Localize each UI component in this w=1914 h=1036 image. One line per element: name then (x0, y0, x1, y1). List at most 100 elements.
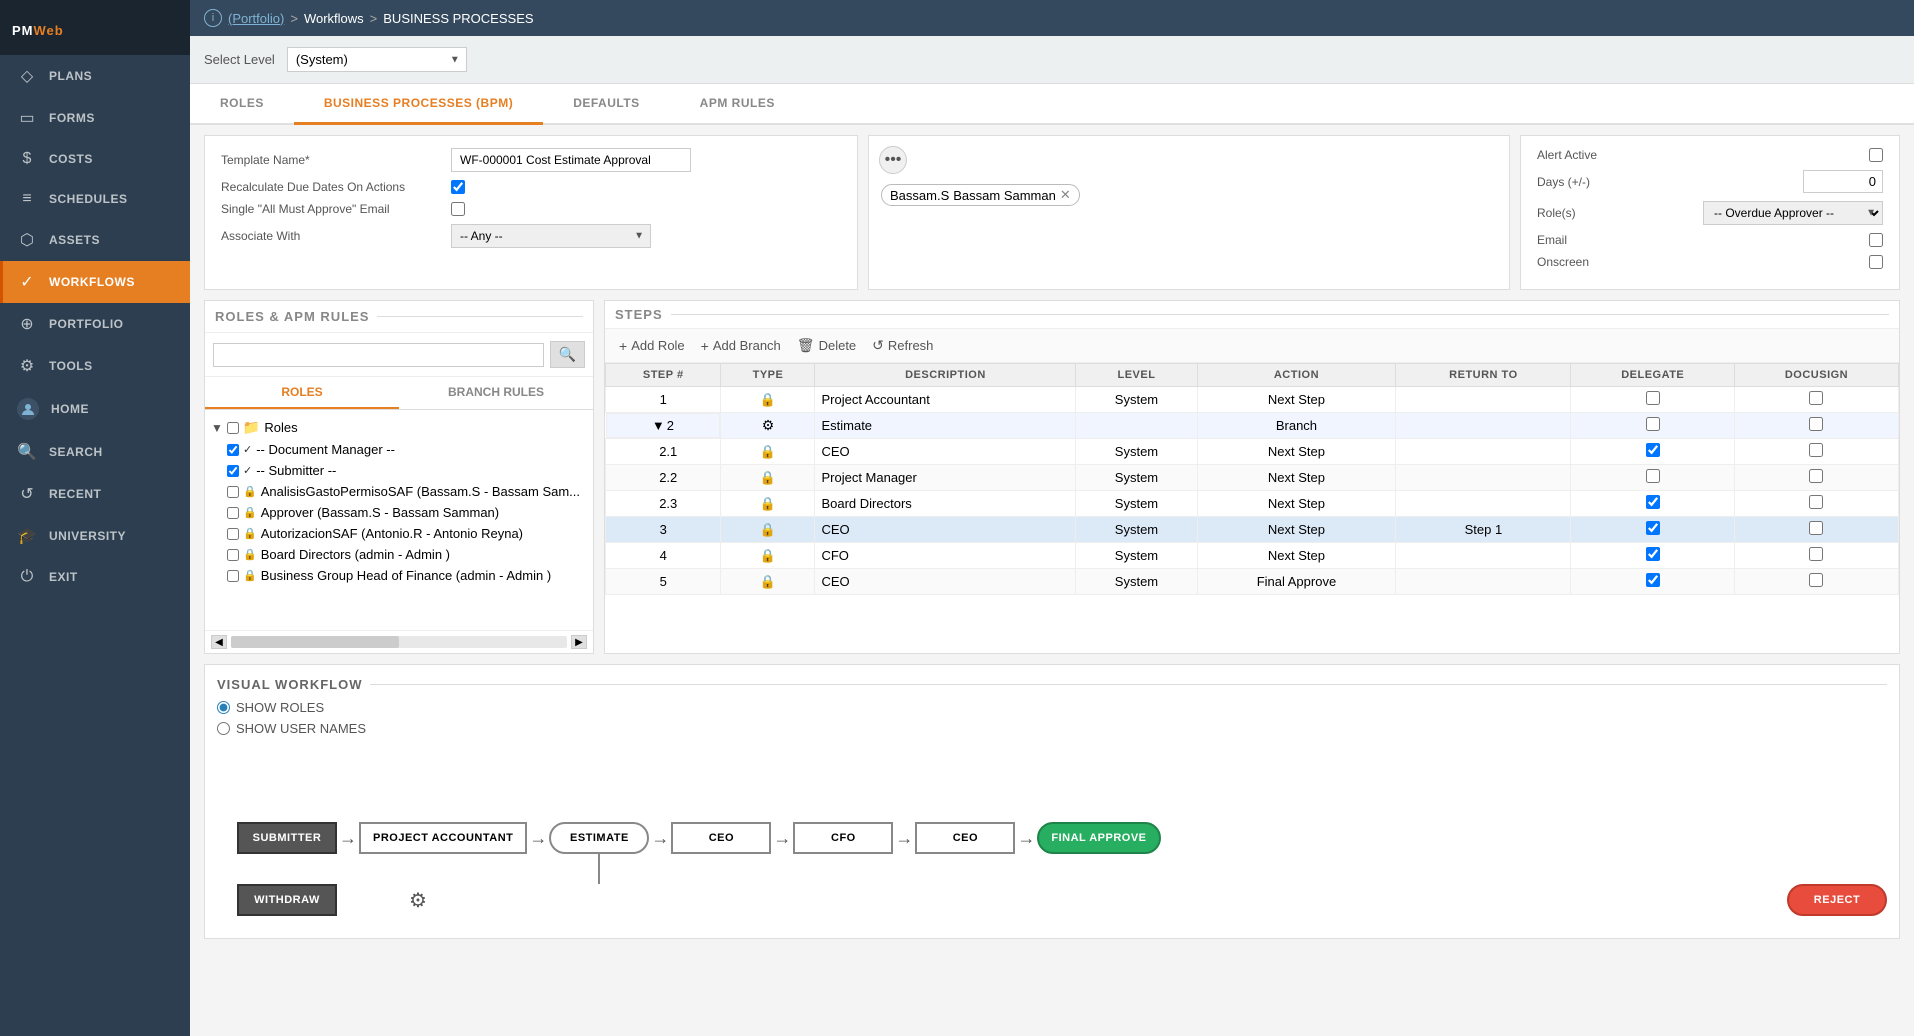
step-docusign[interactable] (1734, 439, 1898, 465)
step-docusign[interactable] (1734, 569, 1898, 595)
expand-icon[interactable]: ▼ (652, 418, 665, 433)
plans-icon: ◇ (17, 66, 37, 86)
sidebar-item-label: TOOLS (49, 359, 93, 373)
step-level: System (1076, 543, 1197, 569)
scroll-right-button[interactable]: ▶ (571, 635, 587, 649)
step-delegate[interactable] (1571, 491, 1735, 517)
associate-select[interactable]: -- Any -- (451, 224, 651, 248)
step-docusign[interactable] (1734, 491, 1898, 517)
sidebar-item-schedules[interactable]: ≡ SCHEDULES (0, 179, 190, 219)
steps-toolbar: + Add Role + Add Branch 🗑 Delete ↺ Refre… (605, 329, 1899, 363)
sidebar-item-exit[interactable]: ⏻ EXIT (0, 557, 190, 597)
refresh-button[interactable]: ↺ Refresh (866, 335, 939, 356)
sidebar-item-workflows[interactable]: ✓ WORKFLOWS (0, 261, 190, 303)
step-level: System (1076, 569, 1197, 595)
tab-roles[interactable]: ROLES (190, 84, 294, 125)
sidebar-item-search[interactable]: 🔍 SEARCH (0, 431, 190, 473)
add-role-icon: + (619, 338, 627, 354)
step-docusign[interactable] (1734, 543, 1898, 569)
step-docusign[interactable] (1734, 387, 1898, 413)
visual-workflow-section: VISUAL WORKFLOW SHOW ROLES SHOW USER NAM… (204, 664, 1900, 939)
alert-active-checkbox[interactable] (1869, 148, 1883, 162)
visual-workflow-header: VISUAL WORKFLOW (217, 677, 1887, 692)
roles-search-input[interactable] (213, 343, 544, 367)
tabs-bar: ROLES BUSINESS PROCESSES (BPM) DEFAULTS … (190, 84, 1914, 125)
step-description: Project Manager (815, 465, 1076, 491)
roles-steps-area: ROLES & APM RULES 🔍 ROLES BRANCH RULES ▼ (204, 300, 1900, 654)
level-select[interactable]: (System) (287, 47, 467, 72)
recipients-header: ••• (879, 146, 1499, 174)
recalculate-label: Recalculate Due Dates On Actions (221, 180, 441, 194)
tab-defaults[interactable]: DEFAULTS (543, 84, 669, 125)
show-roles-radio[interactable] (217, 701, 230, 714)
col-description: DESCRIPTION (815, 364, 1076, 387)
sidebar-item-label: SEARCH (49, 445, 103, 459)
logo: PMWeb (0, 0, 190, 55)
recipients-dots-button[interactable]: ••• (879, 146, 907, 174)
scroll-left-button[interactable]: ◀ (211, 635, 227, 649)
tab-apm[interactable]: APM RULES (670, 84, 805, 125)
step-delegate[interactable] (1571, 387, 1735, 413)
portfolio-icon: ⊕ (17, 314, 37, 334)
sidebar-item-recent[interactable]: ↺ RECENT (0, 473, 190, 515)
email-row: Email (1537, 233, 1883, 247)
step-delegate[interactable] (1571, 543, 1735, 569)
sidebar-item-plans[interactable]: ◇ PLANS (0, 55, 190, 97)
level-label: Select Level (204, 52, 275, 67)
roles-row: Role(s) -- Overdue Approver -- (1537, 201, 1883, 225)
sidebar-item-costs[interactable]: $ COSTS (0, 139, 190, 179)
step-return (1396, 543, 1571, 569)
step-delegate[interactable] (1571, 465, 1735, 491)
list-item: 🔒 AnalisisGastoPermisoSAF (Bassam.S - Ba… (211, 481, 587, 502)
add-role-button[interactable]: + Add Role (613, 336, 691, 356)
delete-button[interactable]: 🗑 Delete (791, 335, 862, 356)
step-docusign[interactable] (1734, 517, 1898, 543)
step-delegate[interactable] (1571, 569, 1735, 595)
recalculate-checkbox[interactable] (451, 180, 465, 194)
template-name-input[interactable] (451, 148, 691, 172)
roles-search-button[interactable]: 🔍 (550, 341, 585, 368)
email-checkbox[interactable] (1869, 233, 1883, 247)
sidebar-item-university[interactable]: 🎓 UNIVERSITY (0, 515, 190, 557)
step-delegate[interactable] (1571, 413, 1735, 439)
scrollbar-thumb (231, 636, 399, 648)
roles-tab-roles[interactable]: ROLES (205, 377, 399, 409)
sidebar-item-forms[interactable]: ▭ FORMS (0, 97, 190, 139)
step-docusign[interactable] (1734, 413, 1898, 439)
alert-active-label: Alert Active (1537, 148, 1597, 162)
show-users-radio[interactable] (217, 722, 230, 735)
roles-tab-branch[interactable]: BRANCH RULES (399, 377, 593, 409)
sidebar-item-label: PORTFOLIO (49, 317, 124, 331)
days-input[interactable] (1803, 170, 1883, 193)
sidebar-item-assets[interactable]: ⬡ ASSETS (0, 219, 190, 261)
lock-icon: 🔒 (760, 470, 776, 485)
step-delegate[interactable] (1571, 517, 1735, 543)
step-docusign[interactable] (1734, 465, 1898, 491)
sidebar-item-portfolio[interactable]: ⊕ PORTFOLIO (0, 303, 190, 345)
onscreen-checkbox[interactable] (1869, 255, 1883, 269)
step-return (1396, 387, 1571, 413)
sidebar-item-home[interactable]: HOME (0, 387, 190, 431)
single-email-checkbox[interactable] (451, 202, 465, 216)
sidebar-item-tools[interactable]: ⚙ TOOLS (0, 345, 190, 387)
costs-icon: $ (17, 150, 37, 168)
col-return: RETURN TO (1396, 364, 1571, 387)
arrow-icon: → (337, 828, 359, 849)
add-branch-button[interactable]: + Add Branch (695, 336, 787, 356)
submitter-node: SUBMITTER (237, 822, 337, 854)
steps-panel: STEPS + Add Role + Add Branch 🗑 Delete (604, 300, 1900, 654)
step-number: ▼ 2 (606, 413, 721, 438)
tag-close-button[interactable]: ✕ (1060, 187, 1071, 203)
sidebar-item-label: PLANS (49, 69, 92, 83)
step-action: Final Approve (1197, 569, 1396, 595)
withdraw-node: WITHDRAW (237, 884, 337, 916)
info-icon[interactable]: i (204, 9, 222, 27)
lock-icon: 🔒 (760, 392, 776, 407)
portfolio-link[interactable]: (Portfolio) (228, 11, 284, 26)
step-delegate[interactable] (1571, 439, 1735, 465)
tab-bpm[interactable]: BUSINESS PROCESSES (BPM) (294, 84, 543, 125)
sidebar-item-label: RECENT (49, 487, 101, 501)
overdue-approver-select[interactable]: -- Overdue Approver -- (1703, 201, 1883, 225)
table-row: 2.3 🔒 Board Directors System Next Step (606, 491, 1899, 517)
sidebar: PMWeb ◇ PLANS ▭ FORMS $ COSTS ≡ SCHEDULE… (0, 0, 190, 1036)
